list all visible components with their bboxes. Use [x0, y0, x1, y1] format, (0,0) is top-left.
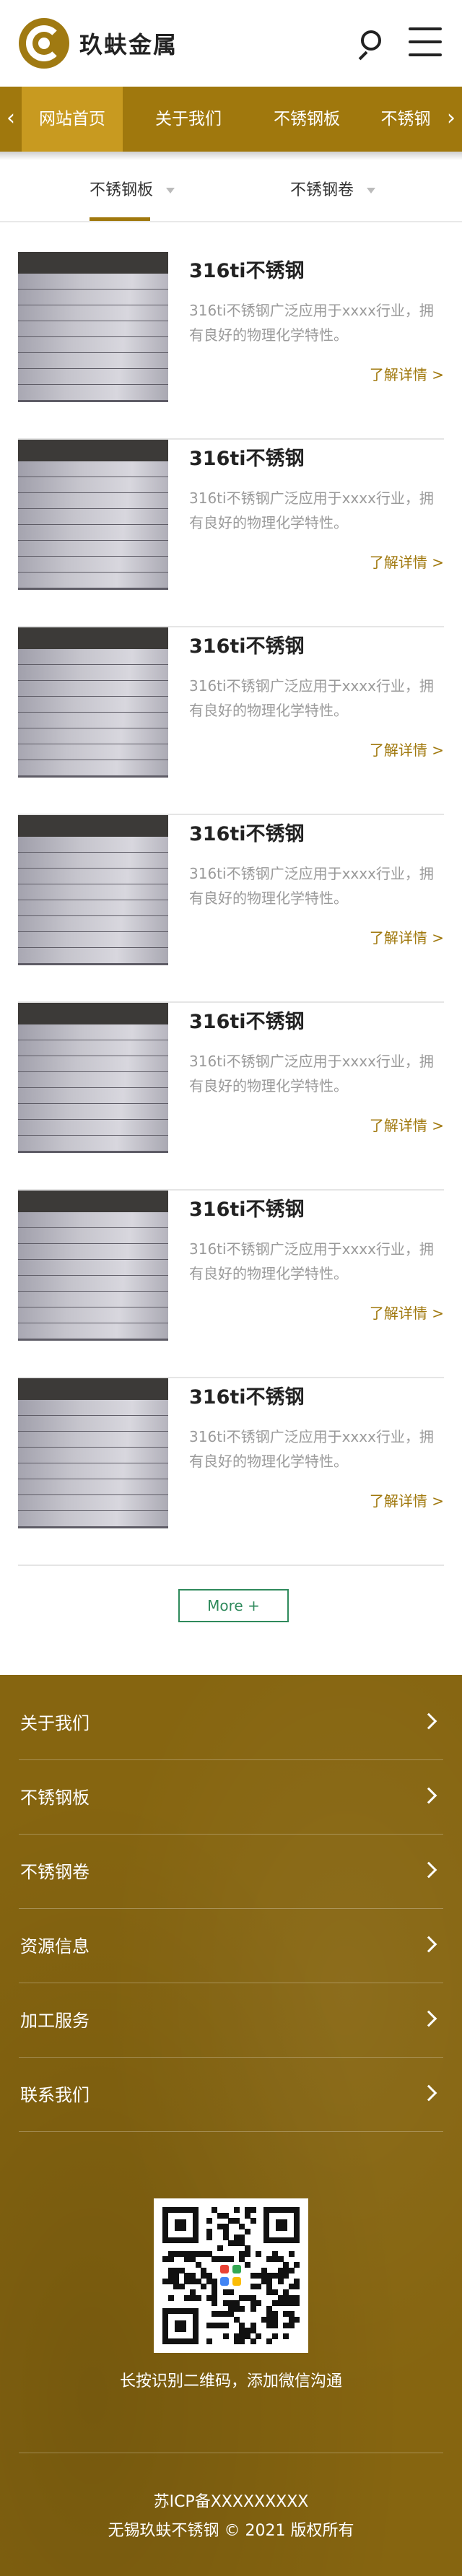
product-detail-link[interactable]: 了解详情 >: [370, 363, 444, 384]
icp-number[interactable]: 苏ICP备XXXXXXXXX: [0, 2489, 462, 2512]
product-title[interactable]: 316ti不锈钢: [189, 1193, 305, 1222]
product-image[interactable]: [18, 1003, 168, 1153]
footer-link-label: 加工服务: [20, 2011, 90, 2031]
brand-logo[interactable]: 玖蚨金属: [19, 17, 178, 69]
more-button[interactable]: More +: [178, 1589, 289, 1622]
tab-label: 不锈钢板: [90, 181, 154, 199]
qr-caption: 长按识别二维码，添加微信沟通: [119, 2372, 342, 2390]
tabs-divider: [0, 221, 462, 222]
product-detail-link[interactable]: 了解详情 >: [370, 1489, 444, 1510]
nav-item-about[interactable]: 关于我们: [134, 87, 243, 152]
product-image[interactable]: [18, 815, 168, 965]
nav-shadow: [0, 152, 462, 160]
product-detail-link[interactable]: 了解详情 >: [370, 551, 444, 572]
footer-link-label: 资源信息: [20, 1936, 90, 1957]
site-header: 玖蚨金属: [0, 0, 462, 87]
product-card[interactable]: 316ti不锈钢 316ti不锈钢广泛应用于xxxx行业，拥有良好的物理化学特性。…: [18, 1003, 444, 1191]
chevron-right-icon: [420, 2010, 437, 2027]
product-image[interactable]: [18, 1191, 168, 1341]
product-description: 316ti不锈钢广泛应用于xxxx行业，拥有良好的物理化学特性。: [189, 302, 434, 344]
tab-stainless-coil[interactable]: 不锈钢卷: [290, 160, 376, 221]
footer-link-label: 联系我们: [20, 2085, 90, 2105]
search-button[interactable]: [352, 26, 387, 61]
chevron-right-icon[interactable]: ›: [440, 87, 462, 152]
product-description: 316ti不锈钢广泛应用于xxxx行业，拥有良好的物理化学特性。: [189, 677, 434, 719]
category-tabs: 不锈钢板 不锈钢卷: [0, 160, 462, 221]
product-image[interactable]: [18, 1378, 168, 1528]
product-title[interactable]: 316ti不锈钢: [189, 1006, 305, 1034]
product-description: 316ti不锈钢广泛应用于xxxx行业，拥有良好的物理化学特性。: [189, 489, 434, 531]
wechat-logo-icon: [218, 2263, 244, 2289]
product-title[interactable]: 316ti不锈钢: [189, 818, 305, 846]
nav-item-home[interactable]: 网站首页: [22, 87, 123, 152]
nav-item-plate[interactable]: 不锈钢板: [253, 87, 361, 152]
product-title[interactable]: 316ti不锈钢: [189, 1381, 305, 1409]
product-title[interactable]: 316ti不锈钢: [189, 255, 305, 283]
hamburger-icon: [409, 27, 442, 30]
product-card[interactable]: 316ti不锈钢 316ti不锈钢广泛应用于xxxx行业，拥有良好的物理化学特性。…: [18, 1378, 444, 1566]
product-detail-link[interactable]: 了解详情 >: [370, 739, 444, 760]
footer-link-label: 不锈钢板: [20, 1788, 90, 1808]
product-description: 316ti不锈钢广泛应用于xxxx行业，拥有良好的物理化学特性。: [189, 1053, 434, 1095]
caret-down-icon: [367, 188, 376, 193]
product-detail-link[interactable]: 了解详情 >: [370, 1302, 444, 1323]
nav-item-steel[interactable]: 不锈钢: [371, 87, 440, 152]
tab-label: 不锈钢卷: [290, 181, 354, 199]
product-image[interactable]: [18, 440, 168, 590]
product-card[interactable]: 316ti不锈钢 316ti不锈钢广泛应用于xxxx行业，拥有良好的物理化学特性。…: [18, 1191, 444, 1378]
footer-link[interactable]: 联系我们: [19, 2058, 443, 2132]
product-image[interactable]: [18, 252, 168, 402]
chevron-right-icon: [420, 1787, 437, 1804]
footer-link[interactable]: 不锈钢卷: [19, 1835, 443, 1909]
product-card[interactable]: 316ti不锈钢 316ti不锈钢广泛应用于xxxx行业，拥有良好的物理化学特性。…: [18, 252, 444, 440]
tab-stainless-plate[interactable]: 不锈钢板: [90, 160, 175, 221]
copyright: 无锡玖蚨不锈钢 © 2021 版权所有: [108, 2522, 354, 2540]
main-nav: ‹ 网站首页 关于我们 不锈钢板 不锈钢 ›: [0, 87, 462, 152]
product-title[interactable]: 316ti不锈钢: [189, 443, 305, 471]
brand-logo-mark-icon: [19, 18, 69, 69]
chevron-left-icon[interactable]: ‹: [0, 87, 22, 152]
chevron-right-icon: [420, 1861, 437, 1879]
product-description: 316ti不锈钢广泛应用于xxxx行业，拥有良好的物理化学特性。: [189, 1428, 434, 1470]
product-detail-link[interactable]: 了解详情 >: [370, 926, 444, 947]
brand-name: 玖蚨金属: [79, 31, 178, 58]
footer-link-label: 关于我们: [20, 1713, 90, 1733]
product-card[interactable]: 316ti不锈钢 316ti不锈钢广泛应用于xxxx行业，拥有良好的物理化学特性。…: [18, 440, 444, 627]
footer-link[interactable]: 加工服务: [19, 1984, 443, 2058]
product-description: 316ti不锈钢广泛应用于xxxx行业，拥有良好的物理化学特性。: [189, 865, 434, 907]
chevron-right-icon: [420, 1936, 437, 1953]
menu-button[interactable]: [409, 27, 443, 56]
footer-link[interactable]: 资源信息: [19, 1910, 443, 1983]
footer-link-label: 不锈钢卷: [20, 1862, 90, 1882]
caret-down-icon: [166, 188, 175, 193]
chevron-right-icon: [420, 1713, 437, 1730]
product-card[interactable]: 316ti不锈钢 316ti不锈钢广泛应用于xxxx行业，拥有良好的物理化学特性。…: [18, 627, 444, 815]
product-card[interactable]: 316ti不锈钢 316ti不锈钢广泛应用于xxxx行业，拥有良好的物理化学特性。…: [18, 815, 444, 1003]
product-title[interactable]: 316ti不锈钢: [189, 630, 305, 658]
footer-link[interactable]: 不锈钢板: [19, 1761, 443, 1835]
product-detail-link[interactable]: 了解详情 >: [370, 1114, 444, 1135]
product-image[interactable]: [18, 627, 168, 778]
footer-link[interactable]: 关于我们: [19, 1687, 443, 1760]
product-description: 316ti不锈钢广泛应用于xxxx行业，拥有良好的物理化学特性。: [189, 1240, 434, 1282]
chevron-right-icon: [420, 2084, 437, 2102]
wechat-qr-code: [154, 2198, 308, 2353]
